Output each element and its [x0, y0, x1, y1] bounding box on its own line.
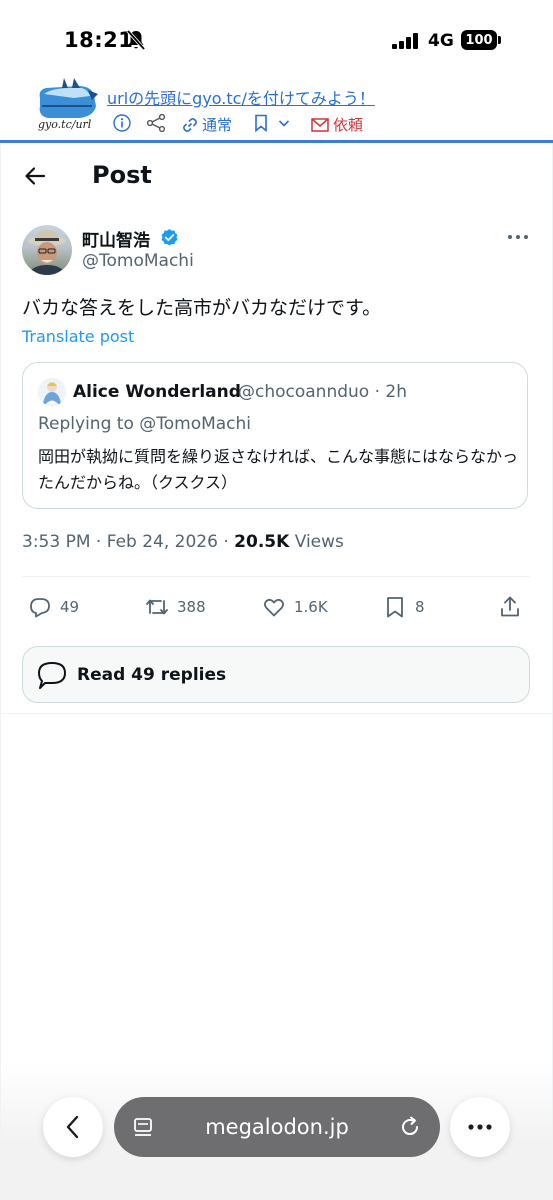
gyo-logo-text: gyo.tc/url [38, 118, 92, 131]
more-horizontal-icon [468, 1124, 492, 1130]
gyo-info-button[interactable] [113, 114, 131, 132]
quote-avatar-figure-icon [38, 378, 66, 406]
cellular-signal-icon [392, 33, 418, 49]
more-options-icon[interactable] [506, 233, 530, 241]
gyo-request-button[interactable]: 依頼 [311, 114, 363, 135]
divider [22, 576, 530, 577]
like-button[interactable]: 1.6K [262, 594, 328, 620]
quote-replying-to: Replying to @TomoMachi [38, 414, 252, 434]
speech-bubble-icon [38, 661, 66, 689]
bookmark-count: 8 [415, 598, 425, 616]
bookmark-button[interactable]: 8 [383, 594, 425, 620]
share-nodes-icon [146, 114, 166, 132]
read-replies-label: Read 49 replies [77, 664, 227, 685]
link-icon [183, 117, 197, 132]
network-type: 4G [428, 31, 454, 51]
post-date[interactable]: Feb 24, 2026 [107, 532, 218, 552]
mail-icon [311, 117, 329, 132]
column-border-left [0, 143, 1, 1200]
author-avatar[interactable] [22, 225, 72, 275]
reload-icon[interactable] [398, 1115, 422, 1139]
back-arrow-icon[interactable] [22, 163, 48, 189]
reply-icon [30, 598, 50, 618]
share-button[interactable] [498, 594, 522, 620]
post-text: バカな答えをした高市がバカなだけです。 [22, 297, 382, 319]
bell-slash-icon [126, 29, 146, 51]
bookmark-icon [255, 114, 267, 132]
browser-back-button[interactable] [43, 1097, 103, 1157]
repost-count: 388 [177, 598, 206, 616]
info-icon [113, 114, 131, 132]
chevron-left-icon [66, 1115, 79, 1139]
views-label: Views [294, 532, 344, 552]
gyo-share-button[interactable] [146, 114, 166, 132]
page-title: Post [92, 161, 152, 189]
header-divider [0, 140, 553, 143]
bookmark-icon [387, 597, 403, 618]
battery-indicator: 100 [461, 30, 497, 50]
verified-badge-icon [161, 228, 178, 246]
post-timestamp-views: 3:53 PM · Feb 24, 2026 · 20.5K Views [22, 532, 344, 552]
translate-post-link[interactable]: Translate post [22, 327, 134, 346]
post-time: 3:53 PM [22, 532, 91, 552]
tabs-icon[interactable] [132, 1116, 154, 1138]
divider [0, 713, 553, 714]
quote-author-name: Alice Wonderland [73, 382, 241, 402]
quote-author-avatar[interactable] [38, 378, 66, 406]
repost-button[interactable]: 388 [145, 594, 206, 620]
reply-button[interactable]: 49 [28, 594, 79, 620]
author-handle[interactable]: @TomoMachi [82, 251, 194, 271]
gyo-tagline-link[interactable]: urlの先頭にgyo.tc/を付けてみよう！ [107, 85, 375, 109]
battery-nub [498, 36, 501, 44]
gyo-request-label: 依頼 [333, 116, 364, 134]
browser-more-button[interactable] [450, 1097, 510, 1157]
read-replies-button[interactable]: Read 49 replies [22, 646, 530, 703]
address-bar[interactable]: megalodon.jp [114, 1097, 440, 1157]
like-count: 1.6K [294, 598, 328, 616]
share-upload-icon [501, 596, 519, 617]
gyo-normal-link[interactable]: 通常 [182, 114, 232, 135]
gyo-normal-label: 通常 [202, 116, 233, 134]
reply-count: 49 [60, 598, 80, 616]
heart-icon [263, 598, 285, 617]
author-name[interactable]: 町山智浩 [82, 226, 150, 251]
status-time: 18:21 [64, 28, 134, 52]
views-count: 20.5K [234, 532, 290, 552]
address-url: megalodon.jp [205, 1115, 349, 1139]
quote-text: 岡田が執拗に質問を繰り返さなければ、こんな事態にはならなかったんだからね。（クス… [38, 447, 519, 492]
chevron-down-icon [278, 120, 290, 127]
gyo-bookmark-button[interactable] [254, 114, 290, 132]
quote-author-handle: @chocoannduo · 2h [238, 382, 408, 402]
repost-icon [146, 599, 168, 615]
avatar-portrait-icon [28, 230, 66, 275]
